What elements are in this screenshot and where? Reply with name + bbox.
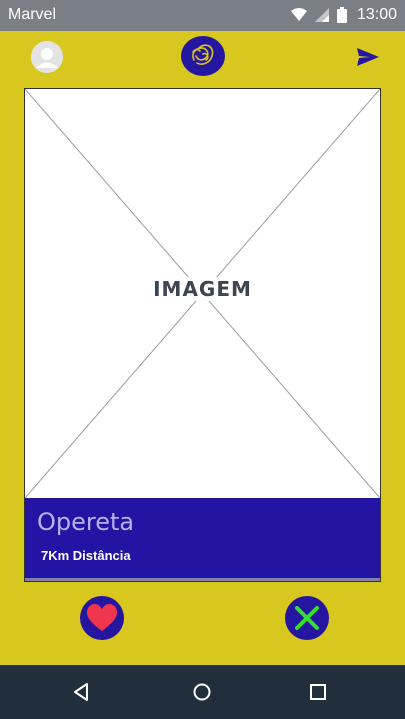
logo-icon[interactable] <box>181 36 225 76</box>
carrier-name: Marvel <box>8 6 57 23</box>
signal-icon <box>314 8 329 22</box>
send-icon[interactable] <box>356 47 380 67</box>
wifi-icon <box>290 8 307 21</box>
close-icon <box>295 606 319 630</box>
avatar-icon[interactable] <box>31 41 63 73</box>
status-bar: Marvel 13:00 <box>0 0 405 31</box>
like-button[interactable] <box>80 596 124 640</box>
recent-apps-icon[interactable] <box>306 680 330 704</box>
home-icon[interactable] <box>190 680 214 704</box>
profile-card[interactable]: IMAGEM Opereta 7Km Distância <box>24 88 381 582</box>
status-icons: 13:00 <box>290 5 397 25</box>
clock: 13:00 <box>356 6 397 23</box>
navigation-bar <box>0 665 405 719</box>
back-icon[interactable] <box>69 680 93 704</box>
battery-icon <box>336 7 347 23</box>
profile-distance: 7Km Distância <box>41 548 131 563</box>
dislike-button[interactable] <box>285 596 329 640</box>
image-placeholder-label: IMAGEM <box>25 277 380 301</box>
profile-info-bar: Opereta 7Km Distância <box>25 498 380 581</box>
heart-icon <box>87 604 117 631</box>
top-bar <box>0 31 405 83</box>
profile-name: Opereta <box>37 508 135 536</box>
